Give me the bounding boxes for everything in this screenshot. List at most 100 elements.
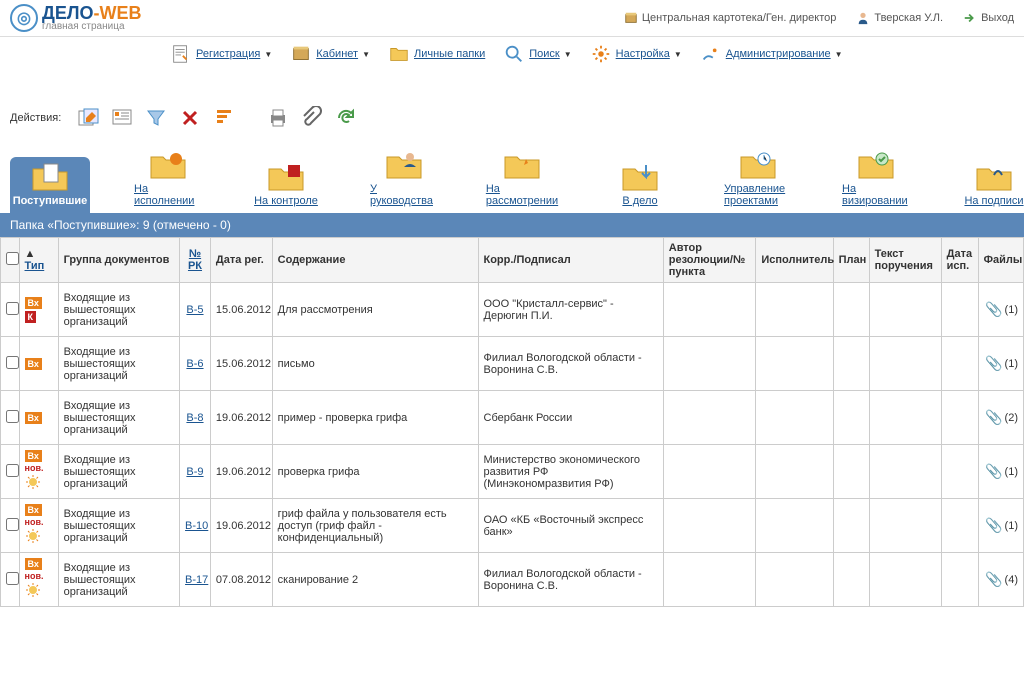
- cell-empty: [663, 445, 756, 499]
- nav-settings[interactable]: Настройка ▼: [590, 43, 682, 65]
- rk-link[interactable]: В-5: [186, 304, 203, 316]
- exit-link[interactable]: Выход: [963, 11, 1014, 25]
- select-all-checkbox[interactable]: [6, 252, 19, 265]
- file-attachment[interactable]: 📎(4): [984, 571, 1018, 588]
- file-attachment[interactable]: 📎(1): [984, 301, 1018, 318]
- col-corr[interactable]: Корр./Подписал: [478, 238, 663, 283]
- col-checkbox[interactable]: [1, 238, 20, 283]
- nav-search[interactable]: Поиск ▼: [503, 43, 571, 65]
- tab-incoming[interactable]: Поступившие: [10, 157, 90, 213]
- nav-cabinet[interactable]: Кабинет ▼: [290, 43, 370, 65]
- row-checkbox[interactable]: [6, 464, 19, 477]
- search-icon: [503, 43, 525, 65]
- rk-link[interactable]: В-9: [186, 466, 203, 478]
- cabinet-icon: [290, 43, 312, 65]
- action-edit[interactable]: [75, 105, 101, 131]
- rk-link[interactable]: В-6: [186, 358, 203, 370]
- col-files[interactable]: Файлы: [978, 238, 1023, 283]
- cell-empty: [756, 499, 833, 553]
- col-rk[interactable]: № РК: [180, 238, 211, 283]
- user-info[interactable]: Тверская У.Л.: [856, 11, 943, 25]
- paperclip-icon: 📎: [985, 463, 1002, 480]
- rk-link[interactable]: В-17: [185, 574, 208, 586]
- cell-empty: [869, 445, 941, 499]
- action-print[interactable]: [265, 105, 291, 131]
- sun-icon: [25, 474, 41, 493]
- action-filter[interactable]: [143, 105, 169, 131]
- action-refresh[interactable]: [333, 105, 359, 131]
- file-count: (1): [1005, 520, 1018, 532]
- folder-title-bar: Папка «Поступившие»: 9 (отмечено - 0): [0, 213, 1024, 237]
- paperclip-icon: 📎: [985, 571, 1002, 588]
- table-row[interactable]: ВхКВходящие из вышестоящих организацийВ-…: [1, 283, 1024, 337]
- user-label: Тверская У.Л.: [874, 12, 943, 24]
- file-attachment[interactable]: 📎(2): [984, 409, 1018, 426]
- tab-signing[interactable]: На подписи: [954, 157, 1024, 213]
- cell-group: Входящие из вышестоящих организаций: [58, 553, 179, 607]
- col-author[interactable]: Автор резолюции/№ пункта: [663, 238, 756, 283]
- action-card[interactable]: [109, 105, 135, 131]
- table-row[interactable]: Вхнов.Входящие из вышестоящих организаци…: [1, 499, 1024, 553]
- cell-empty: [941, 445, 978, 499]
- file-attachment[interactable]: 📎(1): [984, 355, 1018, 372]
- file-attachment[interactable]: 📎(1): [984, 517, 1018, 534]
- cell-empty: [833, 445, 869, 499]
- org-selector[interactable]: Центральная картотека/Ген. директор: [624, 11, 836, 25]
- row-checkbox[interactable]: [6, 302, 19, 315]
- col-executor[interactable]: Исполнитель: [756, 238, 833, 283]
- row-checkbox[interactable]: [6, 356, 19, 369]
- col-type[interactable]: ▲ Тип: [19, 238, 58, 283]
- col-order-text[interactable]: Текст поручения: [869, 238, 941, 283]
- tab-execution[interactable]: На исполнении: [128, 145, 208, 213]
- nav-personal-folders[interactable]: Личные папки: [388, 43, 485, 65]
- tab-management-label: У руководства: [370, 183, 438, 207]
- logo[interactable]: ◎ ДЕЛО-WEB главная страница: [10, 4, 141, 32]
- rk-link[interactable]: В-10: [185, 520, 208, 532]
- folder-icon: [30, 161, 70, 193]
- table-row[interactable]: Вхнов.Входящие из вышестоящих организаци…: [1, 445, 1024, 499]
- nav-personal-folders-label: Личные папки: [414, 48, 485, 60]
- cell-corr: Министерство экономического развития РФ …: [478, 445, 663, 499]
- cell-empty: [756, 391, 833, 445]
- action-sort[interactable]: [211, 105, 237, 131]
- cell-content: пример - проверка грифа: [272, 391, 478, 445]
- folder-icon: [266, 161, 306, 193]
- action-delete[interactable]: [177, 105, 203, 131]
- table-row[interactable]: ВхВходящие из вышестоящих организацийВ-6…: [1, 337, 1024, 391]
- tab-control-label: На контроле: [254, 195, 318, 207]
- col-group[interactable]: Группа документов: [58, 238, 179, 283]
- table-row[interactable]: Вхнов.Входящие из вышестоящих организаци…: [1, 553, 1024, 607]
- sun-icon: [25, 528, 41, 547]
- rk-link[interactable]: В-8: [186, 412, 203, 424]
- tab-projects[interactable]: Управление проектами: [718, 145, 798, 213]
- folder-tabs: Поступившие На исполнении На контроле У …: [0, 137, 1024, 213]
- table-row[interactable]: ВхВходящие из вышестоящих организацийВ-8…: [1, 391, 1024, 445]
- col-date-exec[interactable]: Дата исп.: [941, 238, 978, 283]
- tab-management[interactable]: У руководства: [364, 145, 444, 213]
- badge-new: нов.: [25, 517, 44, 527]
- folder-icon: [148, 149, 188, 181]
- tab-to-case[interactable]: В дело: [600, 157, 680, 213]
- row-checkbox[interactable]: [6, 572, 19, 585]
- col-date[interactable]: Дата рег.: [210, 238, 272, 283]
- cell-empty: [833, 391, 869, 445]
- cell-content: гриф файла у пользователя есть доступ (г…: [272, 499, 478, 553]
- badge-incoming: Вх: [25, 450, 42, 462]
- nav-cabinet-label: Кабинет: [316, 48, 358, 60]
- row-checkbox[interactable]: [6, 410, 19, 423]
- tab-visa[interactable]: На визировании: [836, 145, 916, 213]
- col-plan[interactable]: План: [833, 238, 869, 283]
- row-checkbox[interactable]: [6, 518, 19, 531]
- tab-control[interactable]: На контроле: [246, 157, 326, 213]
- tab-consideration[interactable]: На рассмотрении: [482, 145, 562, 213]
- registration-icon: [170, 43, 192, 65]
- nav-admin[interactable]: Администрирование ▼: [700, 43, 843, 65]
- cell-empty: [756, 445, 833, 499]
- file-attachment[interactable]: 📎(1): [984, 463, 1018, 480]
- badge-new: нов.: [25, 571, 44, 581]
- nav-registration[interactable]: Регистрация ▼: [170, 43, 272, 65]
- col-content[interactable]: Содержание: [272, 238, 478, 283]
- cell-group: Входящие из вышестоящих организаций: [58, 445, 179, 499]
- header-right: Центральная картотека/Ген. директор Твер…: [624, 11, 1014, 25]
- action-attach[interactable]: [299, 105, 325, 131]
